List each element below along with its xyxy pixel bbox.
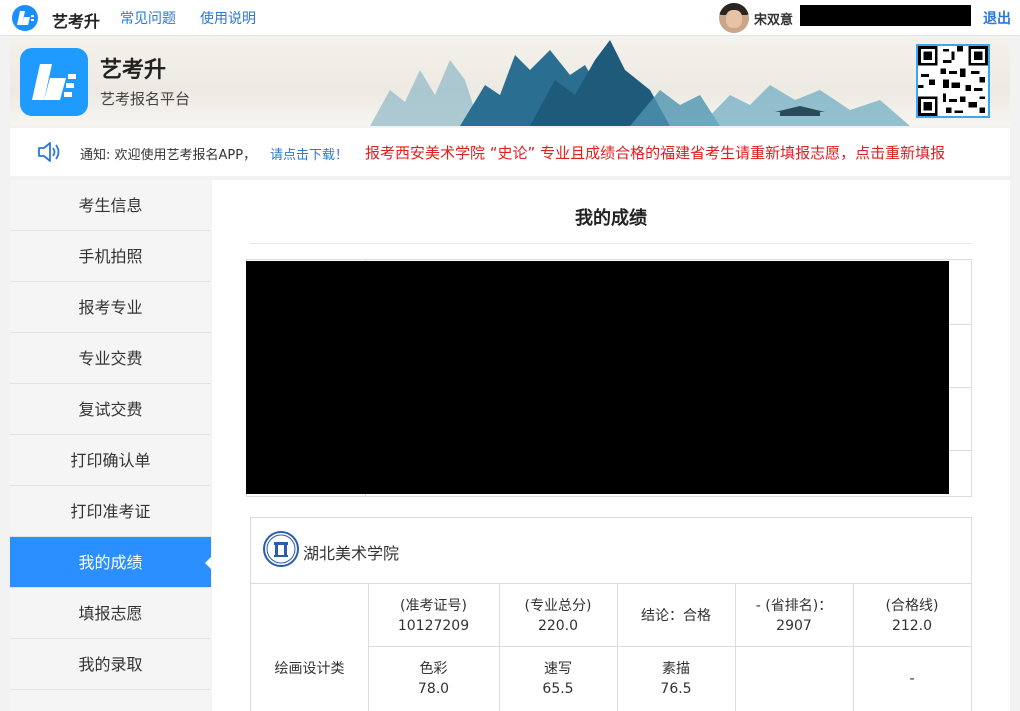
sidebar-item-my-scores[interactable]: 我的成绩 — [10, 537, 211, 588]
conclusion-cell: 结论：合格 — [617, 606, 735, 626]
notice-bar: 通知: 欢迎使用艺考报名APP， 请点击下载！ 报考西安美术学院 “史论” 专业… — [10, 128, 1010, 176]
empty-dash-cell: - — [853, 669, 971, 689]
sidebar: 考生信息 手机拍照 报考专业 专业交费 复试交费 打印确认单 打印准考证 我的成… — [10, 180, 212, 711]
sketch-score-value: 65.5 — [542, 681, 574, 697]
sketch-score-cell: 速写 65.5 — [499, 659, 617, 699]
color-score-value: 78.0 — [417, 681, 450, 697]
sidebar-item-print-confirmation[interactable]: 打印确认单 — [10, 435, 211, 486]
qr-code-icon[interactable] — [916, 44, 990, 118]
main-content: 我的成绩 湖北美术学院 绘画设计类 (准考证号) 10127209 (专业总分)… — [212, 180, 1010, 711]
province-rank-label: - (省排名)： — [755, 598, 833, 614]
sidebar-item-major-fee[interactable]: 专业交费 — [10, 333, 211, 384]
province-rank-value: 2907 — [776, 618, 812, 634]
school-name: 湖北美术学院 — [303, 544, 400, 563]
sketch-score-label: 速写 — [544, 661, 572, 677]
total-score-label: (专业总分) — [524, 598, 592, 614]
redacted-block — [246, 261, 949, 494]
color-score-cell: 色彩 78.0 — [368, 659, 499, 699]
exam-number-value: 10127209 — [397, 618, 470, 634]
pass-line-cell: (合格线) 212.0 — [853, 596, 971, 636]
platform-logo-icon — [20, 48, 88, 116]
divider — [250, 243, 972, 244]
category-label: 绘画设计类 — [274, 661, 345, 677]
province-rank-cell: - (省排名)： 2907 — [735, 596, 853, 636]
total-score-cell: (专业总分) 220.0 — [499, 596, 617, 636]
sidebar-item-student-info[interactable]: 考生信息 — [10, 180, 211, 231]
drawing-score-value: 76.5 — [660, 681, 692, 697]
faq-link[interactable]: 常见问题 — [120, 8, 176, 28]
redacted-block — [800, 5, 971, 26]
logout-link[interactable]: 退出 — [983, 8, 1011, 28]
header-banner: 艺考升 艺考报名平台 — [10, 40, 1010, 126]
school-header: 湖北美术学院 — [251, 518, 971, 584]
app-logo-icon[interactable] — [12, 5, 38, 31]
username: 宋双意 — [754, 13, 794, 28]
school-emblem-icon — [263, 531, 299, 567]
usage-guide-link[interactable]: 使用说明 — [200, 8, 256, 28]
sidebar-item-apply-major[interactable]: 报考专业 — [10, 282, 211, 333]
exam-number-label: (准考证号) — [400, 598, 467, 614]
pass-line-label: (合格线) — [885, 598, 939, 614]
conclusion-label: 结论：合格 — [641, 608, 711, 624]
sidebar-item-retest-fee[interactable]: 复试交费 — [10, 384, 211, 435]
banner-title: 艺考升 — [100, 58, 167, 83]
school-score-card: 湖北美术学院 绘画设计类 (准考证号) 10127209 (专业总分) 220.… — [250, 517, 972, 711]
sidebar-item-phone-photo[interactable]: 手机拍照 — [10, 231, 211, 282]
drawing-score-cell: 素描 76.5 — [617, 659, 735, 699]
notice-message[interactable]: 报考西安美术学院 “史论” 专业且成绩合格的福建省考生请重新填报志愿，点击重新填… — [365, 142, 945, 163]
sidebar-item-print-admission-ticket[interactable]: 打印准考证 — [10, 486, 211, 537]
total-score-value: 220.0 — [537, 618, 579, 634]
speaker-icon — [38, 142, 60, 162]
avatar[interactable] — [719, 3, 749, 33]
pass-line-value: 212.0 — [891, 618, 933, 634]
banner-subtitle: 艺考报名平台 — [100, 90, 191, 108]
download-link[interactable]: 请点击下载！ — [270, 144, 348, 163]
brand-name[interactable]: 艺考升 — [52, 8, 100, 32]
sidebar-item-my-admission[interactable]: 我的录取 — [10, 639, 211, 690]
color-score-label: 色彩 — [419, 661, 448, 677]
dash-value: - — [909, 671, 915, 687]
drawing-score-label: 素描 — [662, 661, 690, 677]
top-bar: 艺考升 常见问题 使用说明 宋双意 退出 — [0, 0, 1020, 36]
exam-number-cell: (准考证号) 10127209 — [368, 596, 499, 636]
page-title: 我的成绩 — [575, 208, 647, 229]
notice-label: 通知: 欢迎使用艺考报名APP， — [80, 148, 257, 163]
sidebar-item-fill-preferences[interactable]: 填报志愿 — [10, 588, 211, 639]
